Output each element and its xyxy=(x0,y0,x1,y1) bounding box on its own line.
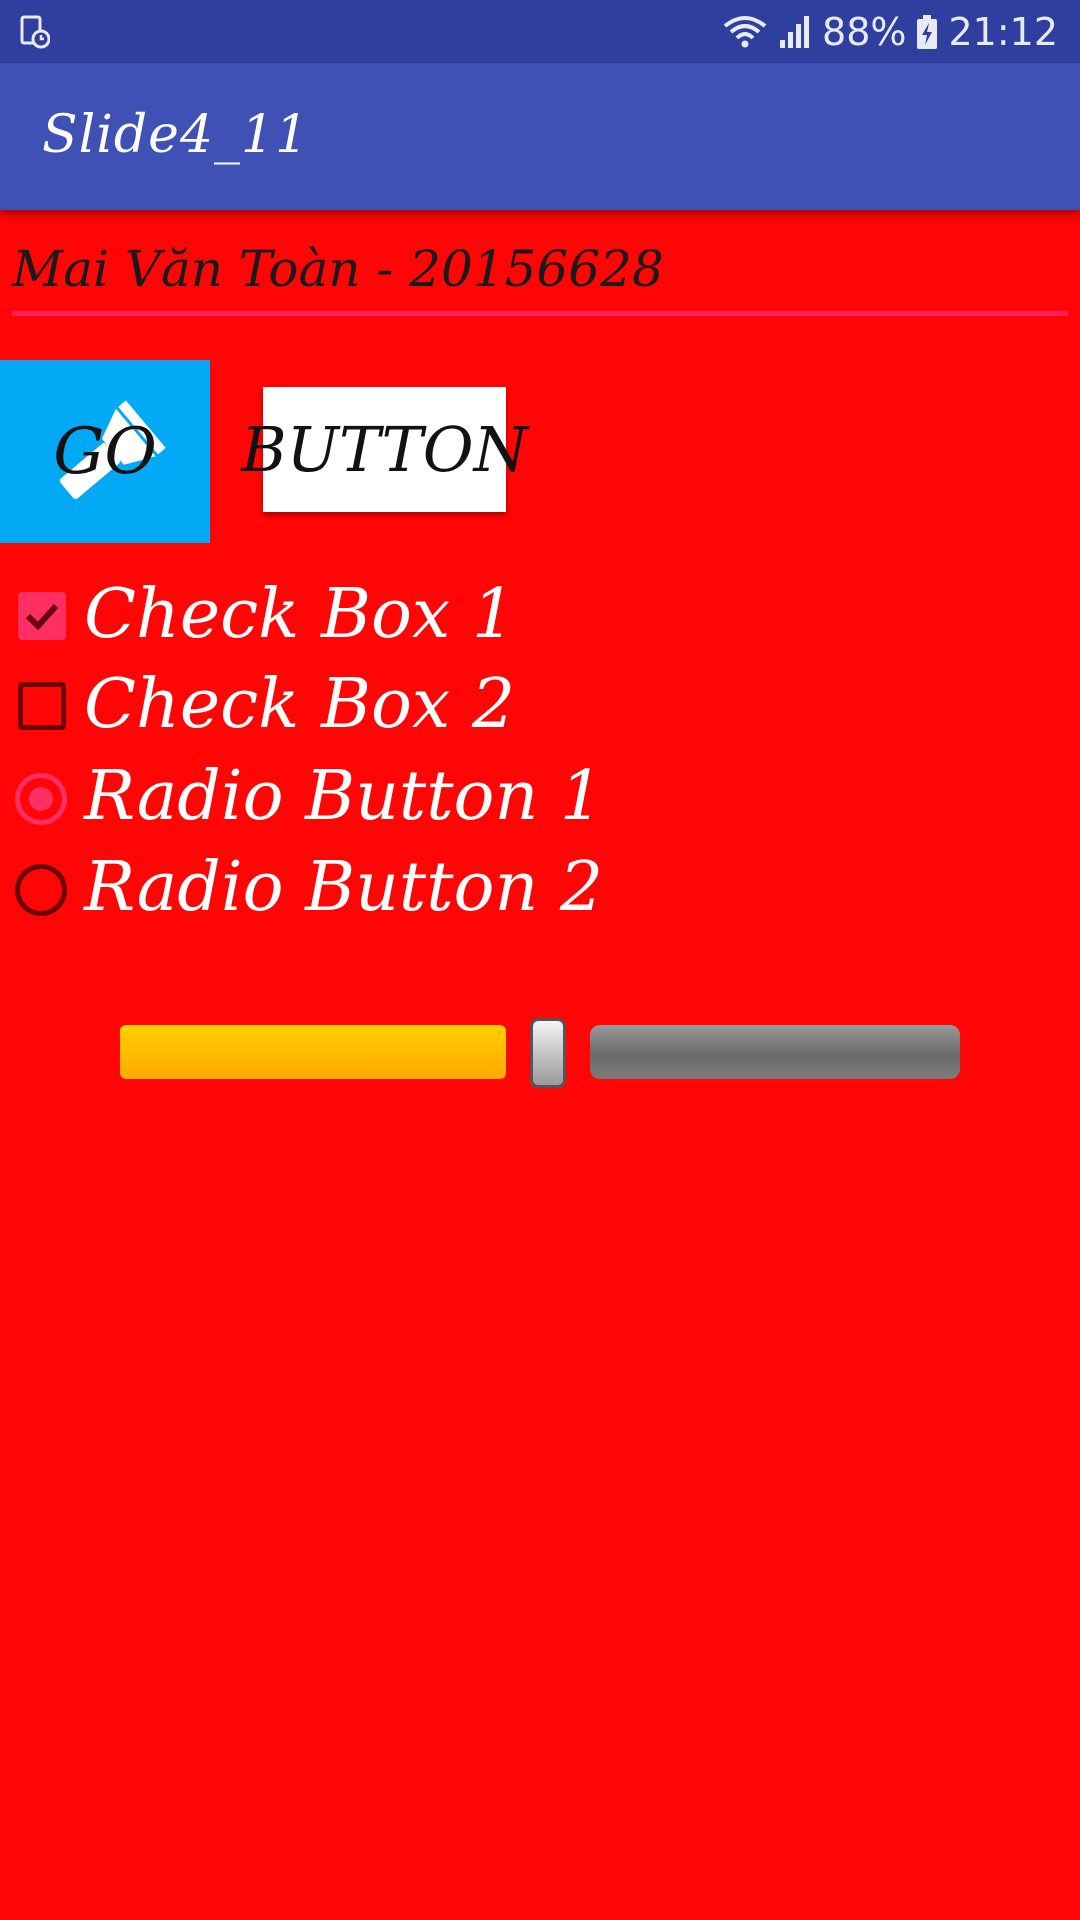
battery-charging-icon xyxy=(917,14,938,49)
seekbar-thumb[interactable] xyxy=(530,1018,566,1088)
seekbar-track xyxy=(590,1025,960,1079)
app-bar: Slide4_11 xyxy=(0,63,1080,210)
checkbox-2-label: Check Box 2 xyxy=(84,665,516,744)
name-field-value: Mai Văn Toàn - 20156628 xyxy=(12,240,664,298)
signal-icon xyxy=(780,15,810,48)
checkbox-1-row[interactable]: Check Box 1 xyxy=(0,570,600,660)
checkbox-1-label: Check Box 1 xyxy=(84,575,516,654)
app-title: Slide4_11 xyxy=(42,105,310,165)
battery-percent: 88% xyxy=(822,9,907,54)
radio-2-label: Radio Button 2 xyxy=(84,848,604,927)
seekbar-progress xyxy=(120,1025,506,1079)
status-right: 88% 21:12 xyxy=(722,0,1058,63)
wifi-icon xyxy=(723,15,767,47)
name-field[interactable]: Mai Văn Toàn - 20156628 xyxy=(12,232,1068,316)
seekbar[interactable] xyxy=(120,1018,960,1106)
checkbox-2-row[interactable]: Check Box 2 xyxy=(0,660,600,750)
go-button-label: GO xyxy=(53,414,157,489)
radio-button-1[interactable] xyxy=(15,773,67,825)
checkbox-2[interactable] xyxy=(18,682,66,730)
checkbox-1[interactable] xyxy=(18,592,66,640)
radio-1-row[interactable]: Radio Button 1 xyxy=(0,752,604,842)
status-bar: 88% 21:12 xyxy=(0,0,1080,63)
go-button[interactable]: GO xyxy=(0,360,210,543)
plain-button[interactable]: BUTTON xyxy=(241,387,528,512)
clock: 21:12 xyxy=(948,9,1058,54)
radio-1-label: Radio Button 1 xyxy=(84,757,604,836)
screen-record-icon xyxy=(20,15,50,49)
radio-button-2[interactable] xyxy=(15,864,67,916)
radio-2-row[interactable]: Radio Button 2 xyxy=(0,843,604,933)
check-icon xyxy=(25,603,59,631)
